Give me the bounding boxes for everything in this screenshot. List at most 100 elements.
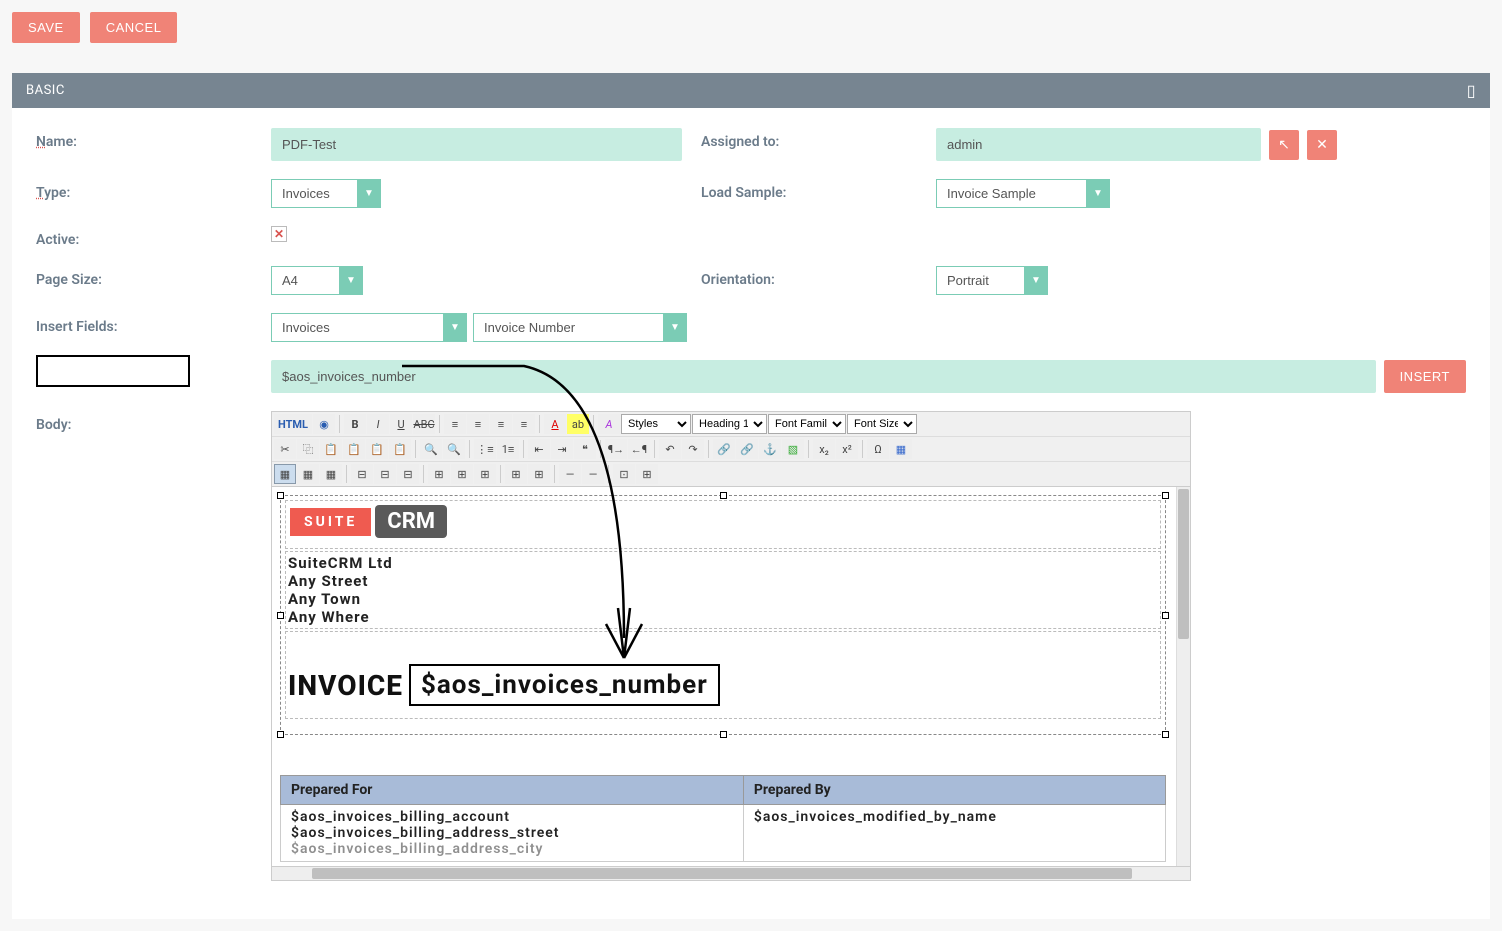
help-icon[interactable]: ◉ [313,414,335,434]
paste-icon[interactable]: 📋 [320,439,342,459]
font-icon[interactable]: A [598,414,620,434]
text-color-icon[interactable]: A [544,414,566,434]
assign-select-button[interactable]: ↖ [1269,130,1299,160]
assign-clear-button[interactable]: ✕ [1307,130,1337,160]
col-before-icon[interactable]: ⊞ [428,464,450,484]
collapse-icon[interactable]: ▯ [1467,81,1476,100]
row-before-icon[interactable]: ⊟ [351,464,373,484]
insert-module-select[interactable]: Invoices [271,313,443,342]
vertical-scrollbar[interactable] [1176,487,1190,866]
paste-word-icon[interactable]: 📋 [366,439,388,459]
image-icon[interactable]: ▧ [782,439,804,459]
visual-chars-icon[interactable]: ⊡ [613,464,635,484]
logo: SUITE CRM [290,505,447,538]
number-list-icon[interactable]: 1≡ [497,439,519,459]
highlight-color-icon[interactable]: ab [567,414,589,434]
chevron-down-icon[interactable]: ▼ [663,313,687,342]
chevron-down-icon[interactable]: ▼ [1086,179,1110,208]
resize-handle[interactable] [277,612,284,619]
cell-split-icon[interactable]: ⊞ [505,464,527,484]
fullscreen-icon[interactable]: ⊞ [636,464,658,484]
rtl-icon[interactable]: ←¶ [628,439,650,459]
underline-icon[interactable]: U [390,414,412,434]
cell-merge-icon[interactable]: ⊞ [528,464,550,484]
resize-handle[interactable] [720,492,727,499]
outdent-icon[interactable]: ⇤ [528,439,550,459]
link-icon[interactable]: 🔗 [713,439,735,459]
active-checkbox[interactable]: ✕ [271,226,287,242]
superscript-icon[interactable]: x² [836,439,858,459]
chevron-down-icon[interactable]: ▼ [339,266,363,295]
chevron-down-icon[interactable]: ▼ [357,179,381,208]
selected-table[interactable]: SUITE CRM SuiteCRM Ltd Any Street Any To… [280,495,1166,735]
load-sample-select[interactable]: Invoice Sample [936,179,1086,208]
name-input[interactable] [271,128,682,161]
save-button[interactable]: SAVE [12,12,80,43]
find-icon[interactable]: 🔍 [420,439,442,459]
resize-handle[interactable] [1162,612,1169,619]
styles-select[interactable]: Styles [621,414,691,434]
resize-handle[interactable] [1162,731,1169,738]
chevron-down-icon[interactable]: ▼ [1024,266,1048,295]
hr-icon[interactable]: — [559,464,581,484]
indent-icon[interactable]: ⇥ [551,439,573,459]
undo-icon[interactable]: ↶ [659,439,681,459]
heading-select[interactable]: Heading 1 [692,414,767,434]
chevron-down-icon[interactable]: ▼ [443,313,467,342]
blockquote-icon[interactable]: ❝ [574,439,596,459]
table-header: Prepared By [743,776,1165,805]
type-select[interactable]: Invoices [271,179,357,208]
resize-handle[interactable] [277,731,284,738]
align-left-icon[interactable]: ≡ [444,414,466,434]
bullet-list-icon[interactable]: ⋮≡ [474,439,496,459]
remove-format-icon[interactable]: — [582,464,604,484]
insert-button[interactable]: INSERT [1384,360,1466,393]
cancel-button[interactable]: CANCEL [90,12,178,43]
variable-highlight-box [36,355,190,387]
panel-header: BASIC ▯ [12,73,1490,108]
cut-icon[interactable]: ✂ [274,439,296,459]
italic-icon[interactable]: I [367,414,389,434]
resize-handle[interactable] [277,492,284,499]
media-icon[interactable]: ▦ [890,439,912,459]
name-label: Name: [36,128,271,150]
horizontal-scrollbar[interactable] [271,867,1191,881]
subscript-icon[interactable]: x₂ [813,439,835,459]
unlink-icon[interactable]: 🔗 [736,439,758,459]
anchor-icon[interactable]: ⚓ [759,439,781,459]
orientation-select[interactable]: Portrait [936,266,1024,295]
table-icon[interactable]: ▦ [274,464,296,484]
special-char-icon[interactable]: Ω [867,439,889,459]
resize-handle[interactable] [1162,492,1169,499]
ltr-icon[interactable]: ¶→ [605,439,627,459]
strikethrough-icon[interactable]: ABC [413,414,435,434]
resize-handle[interactable] [720,731,727,738]
paste-plain-icon[interactable]: 📋 [389,439,411,459]
assigned-to-input[interactable] [936,128,1261,161]
variable-input[interactable] [271,360,1376,393]
align-right-icon[interactable]: ≡ [490,414,512,434]
font-family-select[interactable]: Font Family [768,414,846,434]
row-delete-icon[interactable]: ⊟ [397,464,419,484]
type-label: Type: [36,179,271,201]
paste-text-icon[interactable]: 📋 [343,439,365,459]
replace-icon[interactable]: 🔍 [443,439,465,459]
align-center-icon[interactable]: ≡ [467,414,489,434]
row-after-icon[interactable]: ⊟ [374,464,396,484]
redo-icon[interactable]: ↷ [682,439,704,459]
copy-icon[interactable]: ⿻ [297,439,319,459]
table-header: Prepared For [281,776,744,805]
col-delete-icon[interactable]: ⊞ [474,464,496,484]
insert-field-select[interactable]: Invoice Number [473,313,663,342]
bold-icon[interactable]: B [344,414,366,434]
address-line: Any Town [288,590,1158,608]
table-props-icon[interactable]: ▦ [297,464,319,484]
font-size-select[interactable]: Font Size [847,414,917,434]
align-justify-icon[interactable]: ≡ [513,414,535,434]
editor-body[interactable]: SUITE CRM SuiteCRM Ltd Any Street Any To… [271,487,1191,867]
page-size-select[interactable]: A4 [271,266,339,295]
html-button[interactable]: HTML [274,414,312,434]
col-after-icon[interactable]: ⊞ [451,464,473,484]
table-delete-icon[interactable]: ▦ [320,464,342,484]
panel-title: BASIC [26,83,65,98]
